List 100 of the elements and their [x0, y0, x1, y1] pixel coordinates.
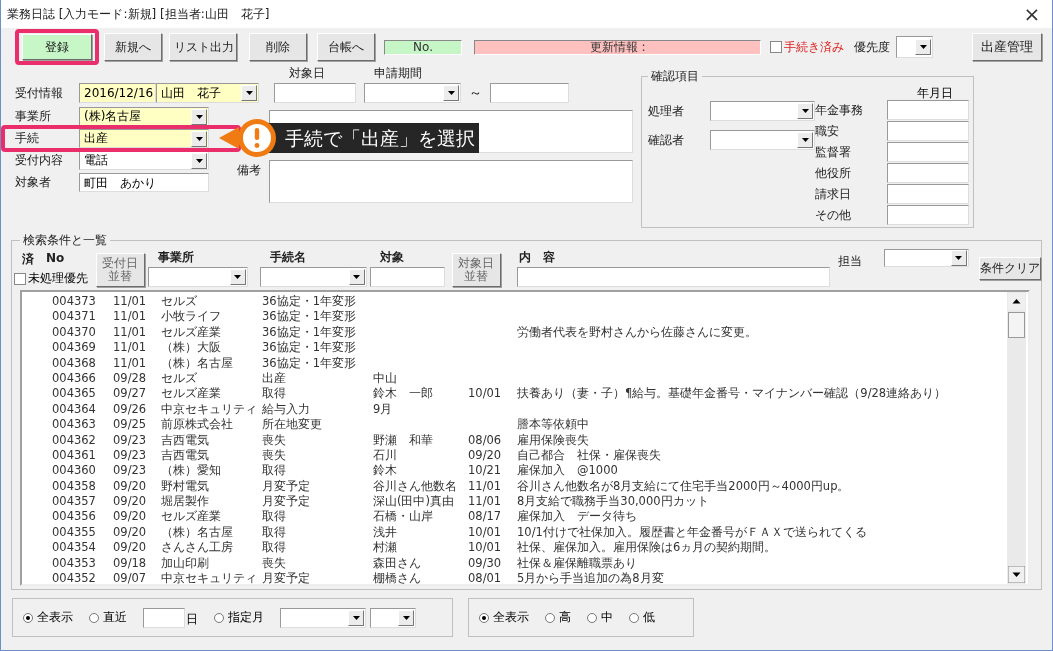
input-field[interactable]: [516, 267, 830, 287]
clear-button[interactable]: 条件クリア: [978, 257, 1041, 280]
dropdown[interactable]: [710, 130, 815, 150]
radio-button[interactable]: [214, 612, 224, 623]
list-cell-text: 004352: [51, 571, 97, 584]
list-cell: 社保＆雇保離職票あり: [517, 555, 637, 572]
date-field[interactable]: 2016/12/16: [79, 83, 156, 103]
list-cell-text: 09/27: [113, 386, 148, 402]
dropdown[interactable]: [259, 267, 367, 287]
checkbox-label: 未処理優先: [28, 270, 88, 287]
list-cell-text: 喪失: [262, 432, 287, 448]
sort-button[interactable]: 受付日並替: [95, 253, 145, 287]
dropdown[interactable]: [147, 267, 248, 287]
list-cell-text: セルズ: [161, 370, 198, 387]
dropdown[interactable]: [370, 607, 416, 628]
list-cell-text: 004356: [51, 509, 97, 525]
toolbar-button[interactable]: 台帳へ: [317, 33, 375, 61]
caret-icon: [801, 138, 809, 142]
dropdown[interactable]: 山田 花子: [156, 83, 259, 103]
sort-button[interactable]: 対象日並替: [451, 253, 501, 287]
list-cell-text: 004373: [51, 294, 97, 310]
list-cell-text: 鈴木: [373, 463, 398, 479]
list-cell-text: 小牧ライフ: [161, 309, 222, 325]
date-field[interactable]: [887, 205, 969, 225]
list-cell-text: （株）名古屋: [161, 355, 234, 371]
dropdown[interactable]: [710, 101, 815, 121]
date-field[interactable]: [887, 163, 969, 183]
list-cell-text: 野村電気: [161, 478, 210, 495]
list-cell-text: さんさん工房: [161, 540, 234, 556]
field-label: 対象者: [15, 174, 52, 191]
dropdown[interactable]: [280, 607, 366, 628]
toolbar-button[interactable]: 登録: [22, 34, 92, 60]
input-field[interactable]: [369, 267, 445, 287]
radio-label: 指定月: [228, 609, 264, 626]
list-cell-text: 09/20: [113, 494, 148, 510]
scroll-thumb[interactable]: [1008, 312, 1025, 338]
list-cell-text: 鈴木 一郎: [373, 386, 434, 402]
list-cell-text: 11/01: [113, 340, 148, 356]
close-button[interactable]: ×: [1012, 4, 1052, 24]
list-cell-text: 09/23: [113, 463, 148, 479]
radio-button[interactable]: [629, 612, 639, 623]
list-cell-text: 09/20: [113, 478, 148, 495]
input-field[interactable]: 町田 あかり: [79, 173, 209, 192]
dropdown[interactable]: [883, 249, 969, 267]
toolbar-button[interactable]: 削除: [249, 33, 307, 61]
caret-icon: [195, 114, 203, 119]
field-label: 申請期間: [374, 65, 422, 82]
input-field[interactable]: [143, 607, 185, 628]
toolbar-button[interactable]: リスト出力: [169, 33, 237, 61]
dropdown[interactable]: 出産: [79, 129, 209, 148]
list-cell-text: 004368: [51, 355, 97, 371]
field-label: 請求日: [815, 185, 852, 203]
list-cell-text: 004357: [51, 494, 97, 510]
list-cell: 谷川さん他数名が8月支給にて住宅手当2000円～4000円up。: [517, 478, 850, 495]
list-cell-text: セルズ産業: [161, 324, 222, 341]
list-cell-text: 36協定・1年変形: [262, 355, 357, 371]
field-label: 年金事務: [815, 101, 864, 119]
field-label: 優先度: [854, 38, 890, 56]
radio-label: 中: [601, 609, 613, 626]
scrollbar[interactable]: [1007, 292, 1026, 584]
input-field[interactable]: [490, 83, 569, 103]
list-cell: 雇用保険喪失: [517, 432, 589, 448]
field-label: 済: [22, 251, 34, 268]
list-cell-text: 10/01: [468, 540, 503, 556]
list-cell-text: 09/20: [113, 509, 148, 525]
caret-icon: [245, 91, 253, 95]
down-arrow-icon: [1008, 566, 1025, 583]
radio-button[interactable]: [479, 612, 489, 623]
list-cell-text: 004365: [51, 386, 97, 402]
list-cell-text: 石橋・山岸: [373, 509, 434, 525]
toolbar-button[interactable]: 出産管理: [972, 33, 1042, 61]
list-cell-text: 36協定・1年変形: [262, 340, 357, 356]
list-cell-text: 10/01: [468, 386, 503, 402]
toolbar-button[interactable]: 新規へ: [104, 33, 162, 61]
field-label: 手続: [15, 130, 40, 147]
date-field[interactable]: [887, 184, 969, 204]
checkbox[interactable]: [770, 41, 782, 53]
checkbox[interactable]: [14, 272, 26, 285]
radio-button[interactable]: [89, 612, 99, 623]
date-field[interactable]: [887, 100, 969, 120]
dropdown[interactable]: [364, 83, 461, 103]
radio-label: 低: [643, 609, 655, 626]
list-cell-text: 11/01: [468, 494, 503, 510]
column-header: 年月日: [916, 87, 954, 99]
list-cell-text: 09/30: [468, 555, 503, 572]
list-cell-text: 月変予定: [262, 571, 311, 584]
date-field[interactable]: [887, 121, 969, 141]
list-cell-text: 村瀬: [373, 540, 398, 556]
list-cell-text: 中京セキュリティ: [161, 571, 258, 584]
dropdown[interactable]: [896, 36, 933, 58]
input-field[interactable]: [274, 83, 356, 103]
list-cell-text: 棚橋さん: [373, 571, 422, 584]
radio-button[interactable]: [23, 612, 33, 623]
radio-button[interactable]: [587, 612, 597, 623]
list-cell-text: 10/01: [468, 524, 503, 541]
date-field[interactable]: [887, 142, 969, 162]
list-cell-text: 加山印刷: [161, 555, 210, 572]
list-cell-text: （株）大阪: [161, 340, 222, 356]
radio-button[interactable]: [545, 612, 555, 623]
list-cell-text: 中山: [373, 370, 398, 387]
